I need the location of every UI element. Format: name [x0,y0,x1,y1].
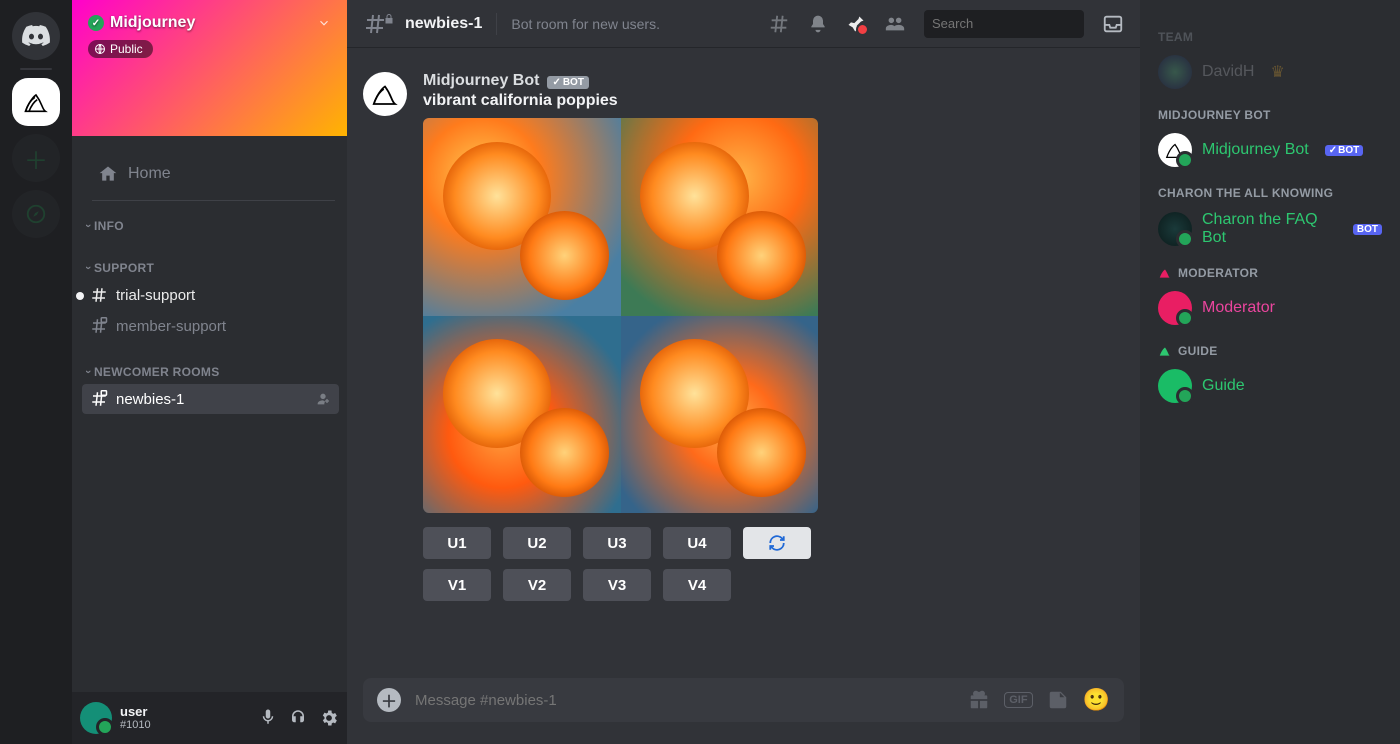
deafen-button[interactable] [289,708,307,728]
server-name: Midjourney [110,14,195,32]
channel-label: trial-support [116,287,195,304]
member-davidh[interactable]: DavidH ♛ [1150,50,1390,94]
member-list-toggle-icon[interactable] [884,13,906,35]
server-midjourney-button[interactable] [12,78,60,126]
add-server-button[interactable]: ＋ [12,134,60,182]
avatar [1158,133,1192,167]
member-name: Guide [1202,377,1245,395]
hash-icon [90,286,108,304]
channel-label: member-support [116,318,226,335]
hash-lock-icon [90,317,108,335]
self-discriminator: #1010 [120,719,151,731]
variation-1-button[interactable]: V1 [423,569,491,601]
member-name: Charon the FAQ Bot [1202,211,1337,247]
user-settings-button[interactable] [319,708,339,728]
chevron-down-icon [317,16,331,30]
member-midjourney-bot[interactable]: Midjourney Bot ✓ BOT [1150,128,1390,172]
member-name: Midjourney Bot [1202,141,1309,159]
member-guide[interactable]: Guide [1150,364,1390,408]
image-quadrant-2 [621,118,819,316]
channel-label: newbies-1 [116,391,184,408]
image-quadrant-1 [423,118,621,316]
notifications-icon[interactable] [808,14,828,34]
gif-picker-button[interactable]: GIF [1004,692,1032,708]
message-input[interactable] [415,692,954,709]
hash-lock-icon [90,390,108,408]
category-info[interactable]: INFO [80,213,347,237]
bot-tag: ✓ BOT [547,76,589,89]
avatar [1158,291,1192,325]
emoji-picker-button[interactable]: 🙂 [1083,687,1110,713]
server-owner-icon: ♛ [1270,62,1284,82]
category-support[interactable]: SUPPORT [80,255,347,279]
explore-servers-button[interactable] [12,190,60,238]
threads-icon[interactable] [768,13,790,35]
image-quadrant-4 [621,316,819,514]
public-label: Public [110,42,143,56]
pinned-messages-icon[interactable] [846,14,866,34]
server-banner: ✓ Midjourney Public [72,0,347,136]
role-header-moderator: MODERATOR [1158,266,1382,280]
gift-icon[interactable] [968,689,990,711]
attach-button[interactable]: ＋ [377,688,401,712]
separator [496,13,497,35]
bot-badge: ✓ BOT [1325,145,1364,156]
message-prompt-text: vibrant california poppies [423,92,818,110]
rail-divider [20,68,52,70]
upscale-2-button[interactable]: U2 [503,527,571,559]
mute-mic-button[interactable] [259,708,277,728]
channel-topic[interactable]: Bot room for new users. [511,16,660,32]
channel-member-support[interactable]: member-support [82,311,339,341]
channel-newbies-1[interactable]: newbies-1 [82,384,339,414]
upscale-1-button[interactable]: U1 [423,527,491,559]
self-avatar[interactable] [80,702,112,734]
avatar [1158,369,1192,403]
search-box[interactable] [924,10,1084,38]
upscale-3-button[interactable]: U3 [583,527,651,559]
sidebar-home-button[interactable]: Home [90,158,337,190]
message-author-avatar[interactable] [363,72,407,116]
unread-pip [76,292,84,300]
image-quadrant-3 [423,316,621,514]
channel-title: newbies-1 [405,15,482,33]
public-tag: Public [88,40,153,58]
search-input[interactable] [932,16,1108,31]
avatar [1158,55,1192,89]
variation-3-button[interactable]: V3 [583,569,651,601]
member-name: Moderator [1202,299,1275,317]
bot-badge: BOT [1353,224,1382,235]
discord-home-button[interactable] [12,12,60,60]
channel-trial-support[interactable]: trial-support [82,280,339,310]
member-charon[interactable]: Charon the FAQ Bot BOT [1150,206,1390,252]
role-header-charon: CHARON THE ALL KNOWING [1158,186,1382,200]
sidebar-divider [92,200,335,201]
reroll-button[interactable] [743,527,811,559]
role-header-mjbot: MIDJOURNEY BOT [1158,108,1382,122]
role-header-guide: GUIDE [1158,344,1382,358]
sidebar-home-label: Home [128,165,171,183]
avatar [1158,212,1192,246]
sticker-picker-button[interactable] [1047,689,1069,711]
verified-icon: ✓ [88,15,104,31]
member-name: DavidH [1202,63,1254,81]
message-author[interactable]: Midjourney Bot [423,72,539,90]
category-newcomer-rooms[interactable]: NEWCOMER ROOMS [80,359,347,383]
hash-lock-icon [363,12,395,36]
user-panel: user #1010 [72,692,347,744]
self-username: user [120,705,151,719]
member-moderator[interactable]: Moderator [1150,286,1390,330]
inbox-icon[interactable] [1102,13,1124,35]
upscale-4-button[interactable]: U4 [663,527,731,559]
variation-2-button[interactable]: V2 [503,569,571,601]
create-invite-icon[interactable] [315,391,331,407]
variation-4-button[interactable]: V4 [663,569,731,601]
generated-image-grid[interactable] [423,118,818,513]
role-header-team: TEAM [1158,30,1382,44]
